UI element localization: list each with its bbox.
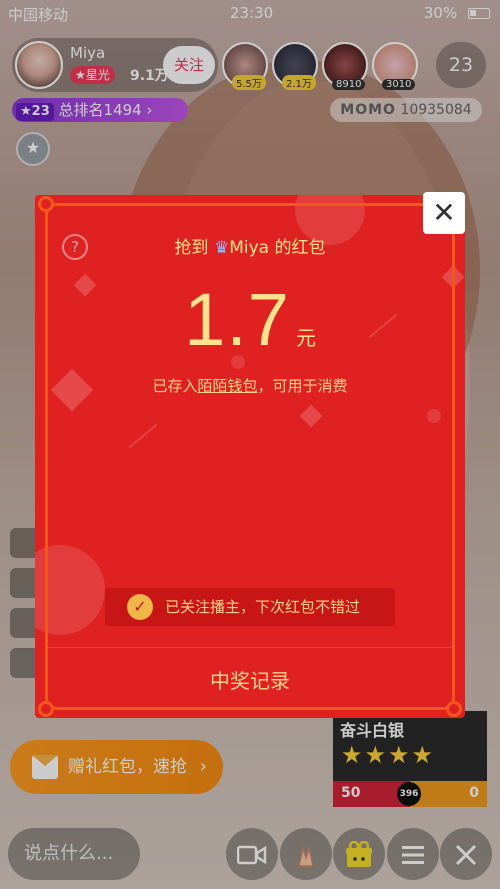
deposit-prefix: 已存入 [152,377,198,395]
amount-row: 1.7 元 [35,277,465,362]
followed-notice: ✓ 已关注播主，下次红包不错过 [105,588,395,626]
frame-corner [446,701,462,717]
red-envelope-modal: ? 抢到 ♛Miya 的红包 1.7 元 已存入陌陌钱包，可用于消费 ✓ 已关注播… [35,195,465,718]
amount-value: 1.7 [184,278,290,361]
followed-text: 已关注播主，下次红包不错过 [165,598,361,616]
wallet-link[interactable]: 陌陌钱包 [197,377,257,395]
close-modal-button[interactable]: ✕ [423,192,465,234]
grab-title-prefix: 抢到 [174,238,214,258]
deposit-note: 已存入陌陌钱包，可用于消费 [35,375,465,396]
frame-corner [38,196,54,212]
check-icon: ✓ [127,594,153,620]
crown-icon: ♛ [213,238,230,258]
grab-title-host: Miya [229,238,270,258]
deposit-suffix: ，可用于消费 [257,377,348,395]
grab-title: 抢到 ♛Miya 的红包 [35,233,465,258]
amount-unit: 元 [295,326,316,350]
frame-corner [38,701,54,717]
grab-title-suffix: 的红包 [269,238,326,258]
win-records-button[interactable]: 中奖记录 [35,665,465,694]
divider [45,647,455,648]
